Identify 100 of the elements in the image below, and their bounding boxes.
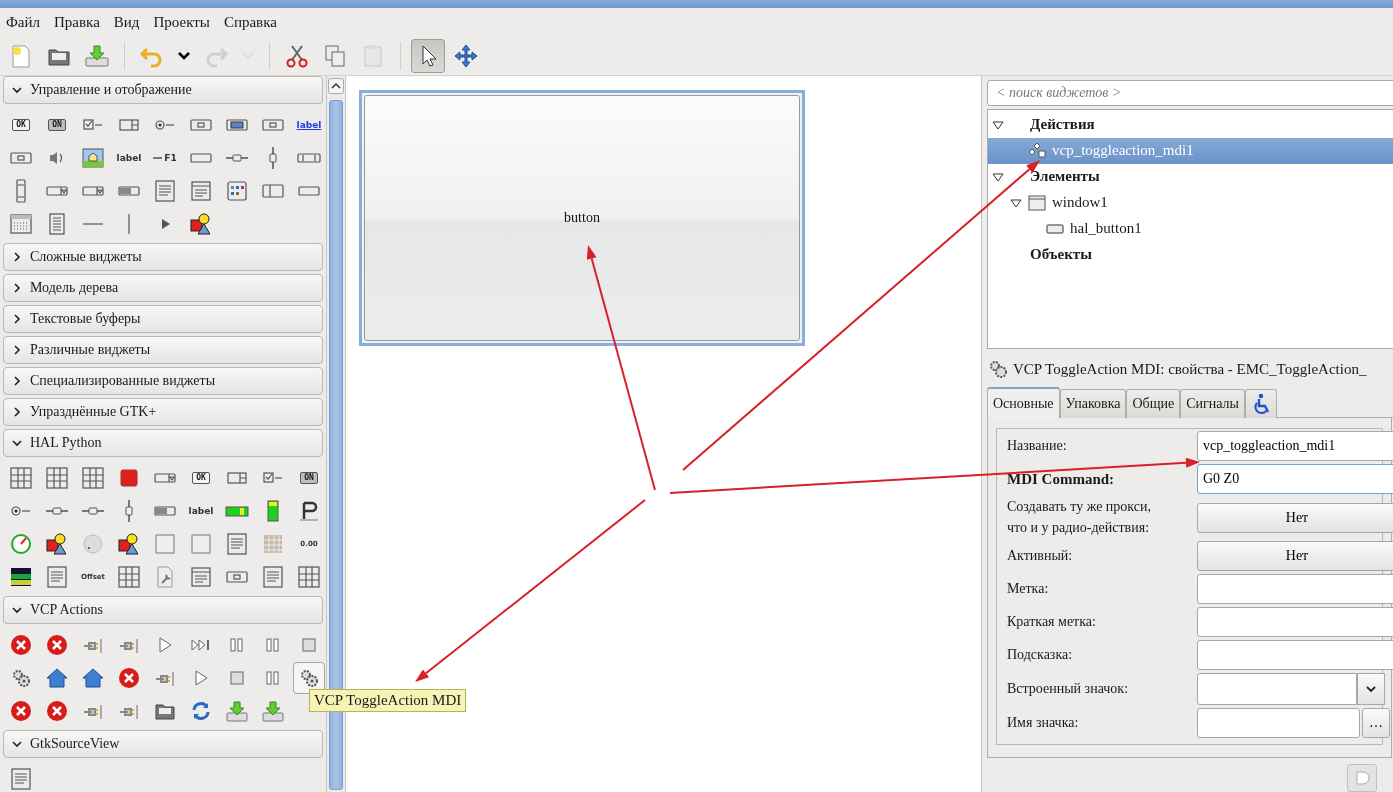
palette-section-header[interactable]: Различные виджеты	[3, 336, 323, 364]
button-widget-icon[interactable]: OK	[192, 471, 210, 484]
palette-section-header[interactable]: Модель дерева	[3, 274, 323, 302]
tab[interactable]	[1245, 389, 1277, 419]
palette-section-header[interactable]: VCP Actions	[3, 596, 323, 624]
palette-section-header[interactable]: Специализированные виджеты	[3, 367, 323, 395]
palette-section-header[interactable]: Сложные виджеты	[3, 243, 323, 271]
tree-row[interactable]: Элементы	[988, 163, 1393, 190]
window-icon[interactable]	[189, 178, 213, 203]
document-icon[interactable]	[1354, 770, 1370, 786]
tab[interactable]: Общие	[1126, 389, 1181, 419]
text-view-icon[interactable]	[261, 564, 285, 589]
browse-button[interactable]: …	[1362, 708, 1390, 738]
menu-item[interactable]: Проекты	[153, 13, 210, 31]
error-icon[interactable]	[45, 632, 69, 657]
palette-section-header[interactable]: Текстовые буферы	[3, 305, 323, 333]
tooltip: VCP ToggleAction MDI	[309, 689, 467, 712]
expanded-arrow-icon[interactable]	[992, 170, 1004, 183]
chevron-right-icon[interactable]	[12, 252, 22, 262]
table-icon[interactable]	[81, 465, 105, 490]
download-icon[interactable]	[261, 698, 285, 723]
menu-item[interactable]: Файл	[6, 13, 41, 31]
toggle-button-icon[interactable]: ON	[300, 471, 318, 484]
chevron-right-icon[interactable]	[12, 283, 22, 293]
dropdown-button[interactable]	[1357, 673, 1385, 705]
property-label: Метка:	[1007, 579, 1050, 598]
chevron-right-icon[interactable]	[12, 376, 22, 386]
tree-row[interactable]: hal_button1	[988, 215, 1393, 242]
caret-icon[interactable]	[1365, 683, 1377, 695]
label-icon[interactable]: label	[116, 152, 142, 163]
menu-item[interactable]: Правка	[54, 13, 100, 31]
palette-section-header[interactable]: Упразднённые GTK+	[3, 398, 323, 426]
scroll-up-icon[interactable]	[331, 81, 341, 91]
search-field[interactable]: < поиск виджетов >	[987, 80, 1393, 106]
text-field[interactable]: G0 Z0	[1197, 464, 1393, 495]
calendar-icon[interactable]	[9, 211, 33, 236]
table-icon[interactable]	[9, 465, 33, 490]
chevron-right-icon[interactable]	[12, 407, 22, 417]
table-icon[interactable]	[297, 564, 321, 589]
link-button-icon[interactable]: label	[296, 119, 322, 130]
panel-button[interactable]	[1347, 764, 1377, 792]
property-label: Подсказка:	[1007, 645, 1074, 664]
icon-grid-icon[interactable]	[225, 178, 249, 203]
text-view-icon[interactable]	[45, 564, 69, 589]
menu-item[interactable]: Вид	[113, 13, 140, 31]
window-icon[interactable]	[189, 564, 213, 589]
tree-label: vcp_toggleaction_mdi1	[1052, 142, 1194, 160]
tab[interactable]: Упаковка	[1059, 389, 1127, 419]
tree-label: hal_button1	[1070, 220, 1142, 238]
gauge-icon[interactable]	[9, 531, 33, 556]
error-icon[interactable]	[9, 632, 33, 657]
text-view-icon[interactable]	[9, 766, 33, 791]
palette-section-header[interactable]: GtkSourceView	[3, 730, 323, 758]
tree-row[interactable]: window1	[988, 189, 1393, 216]
chevron-down-icon[interactable]	[12, 438, 22, 448]
panel-icon[interactable]	[153, 531, 177, 556]
button-widget-icon[interactable]: OK	[12, 118, 30, 131]
combo-field[interactable]	[1197, 673, 1357, 705]
shapes-icon[interactable]	[45, 531, 69, 556]
label-icon[interactable]: label	[188, 505, 214, 516]
error-icon[interactable]	[9, 698, 33, 723]
chevron-down-icon[interactable]	[12, 739, 22, 749]
tree-row[interactable]: Действия	[988, 111, 1393, 138]
tree-label: window1	[1052, 194, 1108, 212]
text-field[interactable]	[1197, 640, 1393, 670]
text-view-icon[interactable]	[225, 531, 249, 556]
action-icon	[1028, 141, 1046, 160]
chevron-down-icon[interactable]	[12, 85, 22, 95]
panel-icon[interactable]	[189, 531, 213, 556]
toggle-button[interactable]: Нет	[1197, 502, 1393, 533]
tab[interactable]: Сигналы	[1180, 389, 1245, 419]
text-field[interactable]	[1197, 574, 1393, 604]
palette-section-header[interactable]: HAL Python	[3, 429, 323, 457]
tab[interactable]: Основные	[987, 387, 1060, 419]
text-field[interactable]	[1197, 708, 1360, 738]
toggle-button[interactable]: Нет	[1197, 541, 1393, 571]
text-field[interactable]: vcp_toggleaction_mdi1	[1197, 431, 1393, 462]
tree-label: Объекты	[1030, 246, 1092, 264]
table-icon[interactable]	[45, 465, 69, 490]
error-icon[interactable]	[117, 665, 141, 690]
text-view-icon[interactable]	[153, 178, 177, 203]
chevron-right-icon[interactable]	[12, 345, 22, 355]
tree-row[interactable]: Объекты	[988, 241, 1393, 268]
table-icon[interactable]	[117, 564, 141, 589]
text-field[interactable]	[1197, 607, 1393, 637]
download-icon[interactable]	[225, 698, 249, 723]
shapes-icon[interactable]	[117, 531, 141, 556]
shapes-icon[interactable]	[189, 211, 213, 236]
error-icon[interactable]	[45, 698, 69, 723]
caret-icon[interactable]	[178, 49, 190, 62]
expanded-arrow-icon[interactable]	[1010, 196, 1022, 209]
window-icon	[1028, 193, 1046, 212]
chevron-right-icon[interactable]	[12, 314, 22, 324]
chevron-down-icon[interactable]	[12, 605, 22, 615]
property-label: Имя значка:	[1007, 713, 1080, 732]
palette-section-header[interactable]: Управление и отображение	[3, 76, 323, 104]
toggle-button-icon[interactable]: ON	[48, 118, 66, 131]
menu-item[interactable]: Справка	[223, 13, 277, 31]
expanded-arrow-icon[interactable]	[992, 118, 1004, 131]
image-icon[interactable]	[81, 145, 105, 170]
